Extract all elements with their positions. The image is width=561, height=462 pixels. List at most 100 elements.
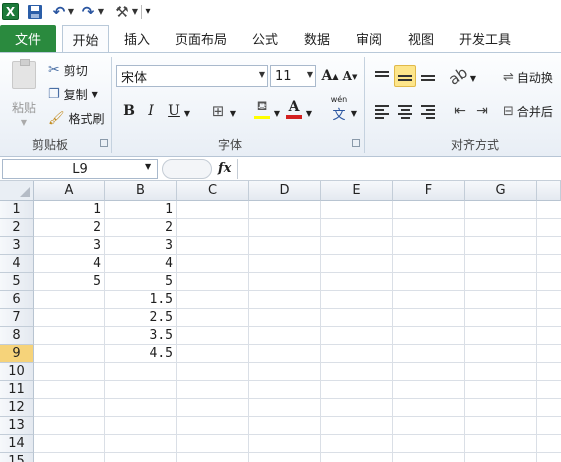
cell-f11[interactable]: [393, 381, 465, 399]
cell-f6[interactable]: [393, 291, 465, 309]
cell-e8[interactable]: [321, 327, 393, 345]
row-header-9[interactable]: 9: [0, 345, 34, 363]
merge-center-button[interactable]: ⊟ 合并后: [503, 101, 553, 121]
cell-a14[interactable]: [34, 435, 105, 453]
cell-e2[interactable]: [321, 219, 393, 237]
tab-home[interactable]: 开始: [62, 25, 109, 53]
undo-dropdown-icon[interactable]: ▼: [67, 3, 75, 20]
cell-a6[interactable]: [34, 291, 105, 309]
cell-b14[interactable]: [105, 435, 177, 453]
underline-button[interactable]: U: [164, 101, 184, 121]
customize-qat-icon[interactable]: ▾: [143, 3, 153, 20]
cell-d15[interactable]: [249, 453, 321, 462]
cell-d10[interactable]: [249, 363, 321, 381]
cell-f5[interactable]: [393, 273, 465, 291]
column-header-b[interactable]: B: [105, 181, 177, 201]
copy-button[interactable]: ❐ 复制 ▼: [48, 85, 98, 103]
cell-b5[interactable]: 5: [105, 273, 177, 291]
cell-b15[interactable]: [105, 453, 177, 462]
cell-a8[interactable]: [34, 327, 105, 345]
column-header-f[interactable]: F: [393, 181, 465, 201]
cell-a9[interactable]: [34, 345, 105, 363]
row-header-15[interactable]: 15: [0, 453, 34, 462]
cell-d5[interactable]: [249, 273, 321, 291]
cell-e4[interactable]: [321, 255, 393, 273]
cell-a5[interactable]: 5: [34, 273, 105, 291]
column-header-c[interactable]: C: [177, 181, 249, 201]
align-left-button[interactable]: [371, 101, 393, 123]
cell-c15[interactable]: [177, 453, 249, 462]
cell-e9[interactable]: [321, 345, 393, 363]
align-center-button[interactable]: [394, 101, 416, 123]
cell-f12[interactable]: [393, 399, 465, 417]
cell-c9[interactable]: [177, 345, 249, 363]
cell-d13[interactable]: [249, 417, 321, 435]
row-header-11[interactable]: 11: [0, 381, 34, 399]
cell-f13[interactable]: [393, 417, 465, 435]
cell-c13[interactable]: [177, 417, 249, 435]
cell-f14[interactable]: [393, 435, 465, 453]
cell-partial-6[interactable]: [537, 291, 561, 309]
font-size-dropdown-icon[interactable]: ▼: [307, 70, 313, 79]
format-painter-button[interactable]: 🖌 格式刷: [48, 109, 105, 127]
cell-c7[interactable]: [177, 309, 249, 327]
cell-partial-15[interactable]: [537, 453, 561, 462]
cell-a15[interactable]: [34, 453, 105, 462]
cell-d4[interactable]: [249, 255, 321, 273]
italic-button[interactable]: I: [141, 101, 161, 121]
cell-f1[interactable]: [393, 201, 465, 219]
cell-g3[interactable]: [465, 237, 537, 255]
tab-file[interactable]: 文件: [0, 25, 56, 52]
cell-a12[interactable]: [34, 399, 105, 417]
row-header-2[interactable]: 2: [0, 219, 34, 237]
cell-c10[interactable]: [177, 363, 249, 381]
align-bottom-button[interactable]: [417, 65, 439, 87]
cell-c1[interactable]: [177, 201, 249, 219]
increase-indent-icon[interactable]: ⇥: [472, 101, 492, 121]
name-box-dropdown-icon[interactable]: ▼: [145, 162, 151, 171]
font-size-combo[interactable]: 11 ▼: [270, 65, 316, 87]
cell-e10[interactable]: [321, 363, 393, 381]
cell-d2[interactable]: [249, 219, 321, 237]
row-header-14[interactable]: 14: [0, 435, 34, 453]
cell-f4[interactable]: [393, 255, 465, 273]
align-top-button[interactable]: [371, 65, 393, 87]
fill-color-dropdown-icon[interactable]: ▼: [272, 103, 282, 123]
cell-d7[interactable]: [249, 309, 321, 327]
tab-developer[interactable]: 开发工具: [452, 25, 518, 52]
cell-b10[interactable]: [105, 363, 177, 381]
cell-e5[interactable]: [321, 273, 393, 291]
cell-g1[interactable]: [465, 201, 537, 219]
cell-a2[interactable]: 2: [34, 219, 105, 237]
clipboard-launcher-icon[interactable]: [100, 139, 108, 147]
bold-button[interactable]: B: [119, 101, 139, 121]
cell-g10[interactable]: [465, 363, 537, 381]
row-header-13[interactable]: 13: [0, 417, 34, 435]
redo-icon[interactable]: ↷: [81, 3, 95, 21]
cell-d11[interactable]: [249, 381, 321, 399]
cell-a13[interactable]: [34, 417, 105, 435]
cell-partial-5[interactable]: [537, 273, 561, 291]
cell-g15[interactable]: [465, 453, 537, 462]
cell-a3[interactable]: 3: [34, 237, 105, 255]
cell-a4[interactable]: 4: [34, 255, 105, 273]
shrink-font-button[interactable]: A ▼: [340, 66, 360, 86]
cell-f3[interactable]: [393, 237, 465, 255]
phonetic-dropdown-icon[interactable]: ▼: [349, 103, 359, 123]
cell-g6[interactable]: [465, 291, 537, 309]
cell-g9[interactable]: [465, 345, 537, 363]
cell-c4[interactable]: [177, 255, 249, 273]
cell-e7[interactable]: [321, 309, 393, 327]
cell-partial-10[interactable]: [537, 363, 561, 381]
tab-insert[interactable]: 插入: [115, 25, 159, 52]
row-header-3[interactable]: 3: [0, 237, 34, 255]
tools-icon[interactable]: ⚒: [113, 3, 131, 21]
column-header-partial[interactable]: [537, 181, 561, 201]
cell-g8[interactable]: [465, 327, 537, 345]
cell-b12[interactable]: [105, 399, 177, 417]
tab-review[interactable]: 审阅: [349, 25, 389, 52]
cell-c8[interactable]: [177, 327, 249, 345]
cell-c5[interactable]: [177, 273, 249, 291]
select-all-corner[interactable]: [0, 181, 34, 201]
cell-g2[interactable]: [465, 219, 537, 237]
